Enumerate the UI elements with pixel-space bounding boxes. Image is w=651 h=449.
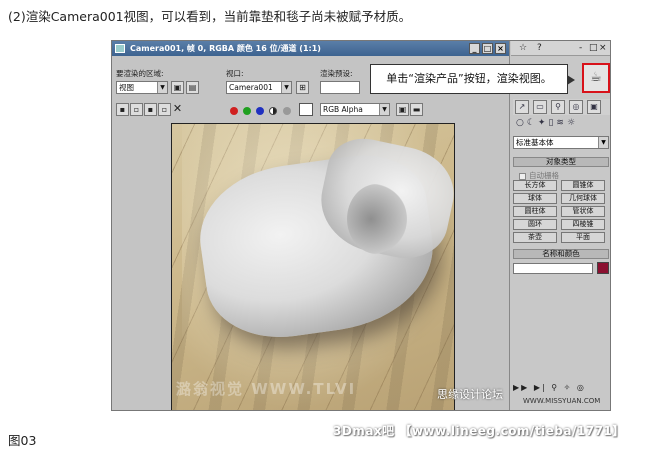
teapot-button[interactable]: 茶壶 bbox=[513, 232, 557, 243]
auto-region-icon[interactable]: ▤ bbox=[186, 81, 199, 94]
tab-modify[interactable]: ▭ bbox=[533, 100, 547, 114]
viewport-dropdown[interactable]: Camera001 ▼ bbox=[226, 81, 292, 94]
render-production-button[interactable]: ☕ bbox=[582, 63, 610, 93]
panel-topbar: ☆ ? - □ × bbox=[511, 41, 610, 56]
object-color-swatch[interactable] bbox=[597, 262, 609, 274]
minimize-icon[interactable]: _ bbox=[469, 43, 480, 54]
create-category-icons[interactable]: ○☾✦▯≋☼ bbox=[513, 118, 610, 131]
render-watermark: 潞翁视觉 WWW.TLVI bbox=[176, 380, 357, 398]
cone-button[interactable]: 圆锥体 bbox=[561, 180, 605, 191]
area-label: 要渲染的区域: bbox=[116, 69, 164, 78]
geosphere-button[interactable]: 几何球体 bbox=[561, 193, 605, 204]
tube-button[interactable]: 管状体 bbox=[561, 206, 605, 217]
pyramid-button[interactable]: 四棱锥 bbox=[561, 219, 605, 230]
edit-region-icon[interactable]: ▣ bbox=[171, 81, 184, 94]
help-icon[interactable]: ? bbox=[537, 43, 542, 53]
rendered-image: 潞翁视觉 WWW.TLVI bbox=[171, 123, 455, 410]
chevron-down-icon: ▼ bbox=[281, 82, 291, 93]
render-frame-title: Camera001, 帧 0, RGBA 颜色 16 位/通道 (1:1) bbox=[130, 44, 321, 53]
histogram-icon[interactable]: ▬ bbox=[410, 103, 423, 116]
minimize-icon[interactable]: - bbox=[579, 43, 582, 53]
category-dropdown[interactable]: 标准基本体 ▼ bbox=[513, 136, 609, 149]
alpha-channel-icon[interactable] bbox=[269, 107, 277, 115]
torus-button[interactable]: 圆环 bbox=[513, 219, 557, 230]
clone-frame-icon[interactable]: ▪ bbox=[144, 103, 157, 116]
area-value: 视图 bbox=[119, 83, 134, 92]
box-button[interactable]: 长方体 bbox=[513, 180, 557, 191]
forum-watermark: 3Dmax吧 【www.lineeg.com/tieba/1771】 bbox=[333, 424, 625, 438]
close-icon[interactable]: × bbox=[495, 43, 506, 54]
red-channel-icon[interactable] bbox=[230, 107, 238, 115]
object-name-input[interactable] bbox=[513, 263, 593, 274]
category-value: 标准基本体 bbox=[516, 138, 554, 147]
channel-dropdown[interactable]: RGB Alpha ▼ bbox=[320, 103, 390, 116]
color-swatch[interactable] bbox=[299, 103, 313, 116]
preset-label: 渲染预设: bbox=[320, 69, 353, 78]
render-frame-window: Camera001, 帧 0, RGBA 颜色 16 位/通道 (1:1) _ … bbox=[112, 41, 510, 410]
screenshot-frame: Camera001, 帧 0, RGBA 颜色 16 位/通道 (1:1) _ … bbox=[111, 40, 611, 411]
tab-create[interactable]: ↗ bbox=[515, 100, 529, 114]
print-image-icon[interactable]: ▫ bbox=[158, 103, 171, 116]
restore-icon[interactable]: □ bbox=[589, 43, 598, 53]
playback-controls[interactable]: ▶▶ ▶| ⚲ ✧ ◎ bbox=[513, 383, 610, 395]
copy-image-icon[interactable]: ▫ bbox=[130, 103, 143, 116]
forum-watermark-shot: 思缘设计论坛 bbox=[437, 388, 503, 401]
panel-tabs: ↗ ▭ ⚲ ◎ ▣ bbox=[513, 99, 610, 115]
render-frame-titlebar[interactable]: Camera001, 帧 0, RGBA 颜色 16 位/通道 (1:1) _ … bbox=[112, 41, 509, 56]
tab-display[interactable]: ▣ bbox=[587, 100, 601, 114]
blue-channel-icon[interactable] bbox=[256, 107, 264, 115]
cylinder-button[interactable]: 圆柱体 bbox=[513, 206, 557, 217]
chevron-down-icon: ▼ bbox=[157, 82, 167, 93]
checkbox-icon bbox=[519, 172, 526, 180]
tab-hierarchy[interactable]: ⚲ bbox=[551, 100, 565, 114]
preset-dropdown[interactable] bbox=[320, 81, 360, 94]
lock-viewport-icon[interactable]: ⊞ bbox=[296, 81, 309, 94]
maximize-icon[interactable]: □ bbox=[482, 43, 493, 54]
viewport-label: 视口: bbox=[226, 69, 244, 78]
star-icon[interactable]: ☆ bbox=[519, 43, 527, 53]
sphere-button[interactable]: 球体 bbox=[513, 193, 557, 204]
object-type-rollout[interactable]: 对象类型 bbox=[513, 157, 609, 167]
close-icon[interactable]: × bbox=[599, 43, 607, 53]
tooltip-callout: 单击“渲染产品”按钮，渲染视图。 bbox=[370, 64, 575, 94]
chevron-down-icon: ▼ bbox=[598, 137, 608, 148]
display-toggle-icon[interactable]: ▣ bbox=[396, 103, 409, 116]
teapot-icon: ☕ bbox=[590, 70, 602, 85]
mono-channel-icon[interactable] bbox=[283, 107, 291, 115]
command-panel: ☆ ? - □ × ↗ ▭ ⚲ ◎ ▣ ○☾✦▯≋☼ 标准基本体 ▼ 对象类型 … bbox=[511, 41, 610, 410]
autogrid-label: 自动栅格 bbox=[529, 171, 559, 180]
caption-bottom: 图03 bbox=[8, 433, 37, 448]
save-image-icon[interactable]: ▪ bbox=[116, 103, 129, 116]
caption-top: (2)渲染Camera001视图，可以看到，当前靠垫和毯子尚未被赋予材质。 bbox=[8, 9, 412, 24]
site-watermark: WWW.MISSYUAN.COM bbox=[523, 397, 601, 405]
name-color-rollout[interactable]: 名称和颜色 bbox=[513, 249, 609, 259]
area-dropdown[interactable]: 视图 ▼ bbox=[116, 81, 168, 94]
plane-button[interactable]: 平面 bbox=[561, 232, 605, 243]
channel-value: RGB Alpha bbox=[323, 105, 363, 114]
viewport-value: Camera001 bbox=[229, 83, 273, 92]
clear-icon[interactable]: ✕ bbox=[171, 103, 184, 116]
tab-motion[interactable]: ◎ bbox=[569, 100, 583, 114]
green-channel-icon[interactable] bbox=[243, 107, 251, 115]
app-icon bbox=[115, 44, 125, 53]
chevron-down-icon: ▼ bbox=[379, 104, 389, 115]
